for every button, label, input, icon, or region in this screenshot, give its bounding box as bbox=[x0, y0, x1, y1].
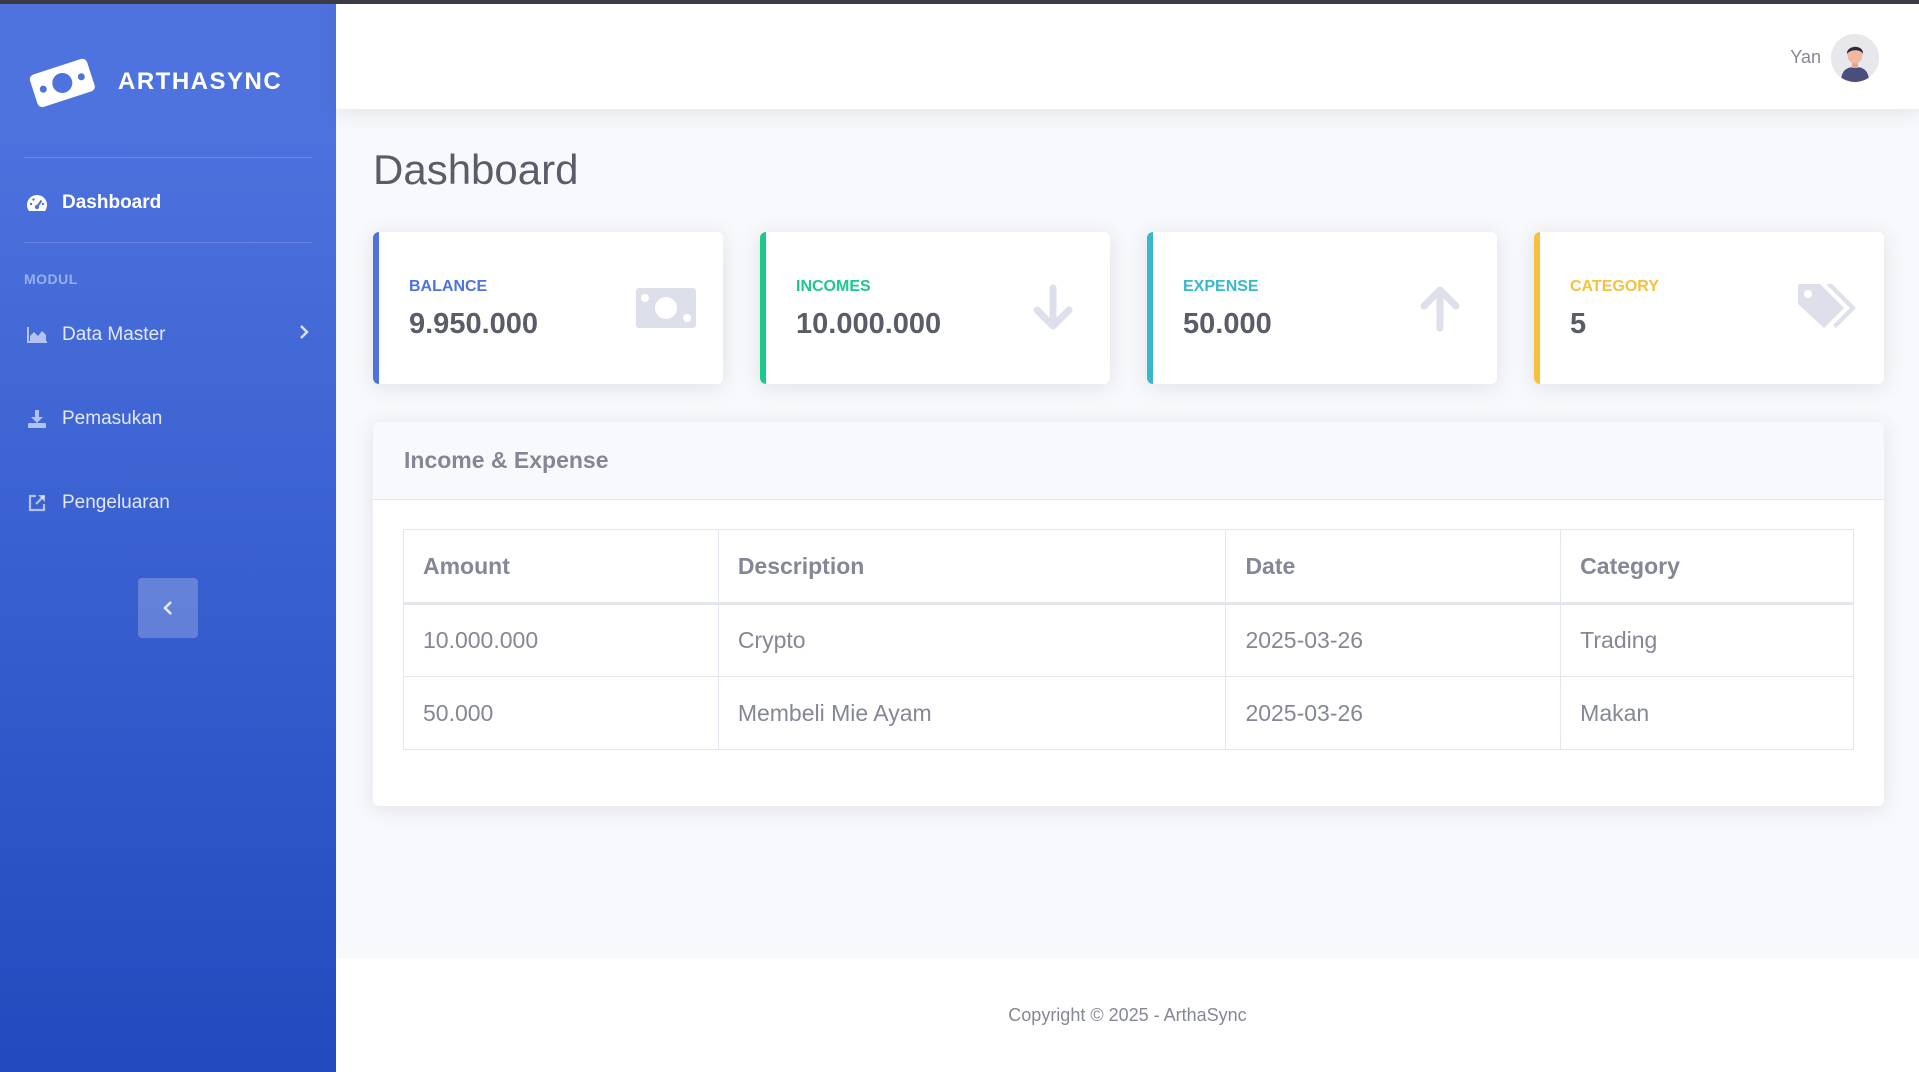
topbar: Yan bbox=[336, 4, 1919, 109]
card-value: 5 bbox=[1570, 308, 1587, 340]
table-row: 50.000 Membeli Mie Ayam 2025-03-26 Makan bbox=[403, 676, 1854, 750]
sidebar-item-dashboard[interactable]: Dashboard bbox=[24, 183, 314, 223]
column-header-date[interactable]: Date bbox=[1225, 529, 1562, 605]
chart-area-icon bbox=[24, 322, 50, 348]
incomes-card: INCOMES 10.000.000 bbox=[760, 232, 1110, 384]
card-value: 10.000.000 bbox=[796, 308, 942, 340]
money-bill-icon bbox=[29, 58, 95, 108]
sidebar: ARTHASYNC Dashboard MODUL Data Master Pe… bbox=[0, 0, 336, 1072]
sidebar-item-pemasukan[interactable]: Pemasukan bbox=[24, 399, 314, 439]
sidebar-toggle-button[interactable] bbox=[138, 578, 198, 638]
cell-description: Crypto bbox=[717, 603, 1227, 677]
sidebar-divider bbox=[24, 157, 312, 158]
download-icon bbox=[24, 406, 50, 432]
income-expense-panel: Income & Expense Amount Description Date… bbox=[373, 422, 1884, 806]
cell-amount: 10.000.000 bbox=[403, 603, 719, 677]
column-header-category[interactable]: Category bbox=[1560, 529, 1854, 605]
arrow-down-icon bbox=[1022, 280, 1084, 336]
cell-date: 2025-03-26 bbox=[1225, 676, 1562, 750]
sidebar-item-label: Pemasukan bbox=[62, 408, 163, 429]
sidebar-item-label: Data Master bbox=[62, 324, 166, 345]
page-title: Dashboard bbox=[373, 146, 579, 193]
sidebar-divider bbox=[24, 242, 312, 243]
chevron-left-icon bbox=[163, 601, 172, 615]
card-label: CATEGORY bbox=[1570, 278, 1659, 295]
chevron-right-icon bbox=[298, 323, 310, 347]
sidebar-item-data-master[interactable]: Data Master bbox=[24, 315, 314, 355]
tags-icon bbox=[1796, 280, 1858, 336]
table-header-row: Amount Description Date Category bbox=[403, 529, 1854, 605]
sidebar-item-pengeluaran[interactable]: Pengeluaran bbox=[24, 483, 314, 523]
copyright-text: Copyright © 2025 - ArthaSync bbox=[1008, 1004, 1247, 1025]
brand-name: ARTHASYNC bbox=[118, 68, 283, 95]
expense-card: EXPENSE 50.000 bbox=[1147, 232, 1497, 384]
footer: Copyright © 2025 - ArthaSync bbox=[336, 958, 1919, 1072]
column-header-amount[interactable]: Amount bbox=[403, 529, 719, 605]
tachometer-icon bbox=[24, 190, 50, 216]
cell-description: Membeli Mie Ayam bbox=[717, 676, 1227, 750]
panel-title: Income & Expense bbox=[404, 447, 609, 473]
column-header-description[interactable]: Description bbox=[717, 529, 1227, 605]
brand-link[interactable]: ARTHASYNC bbox=[28, 52, 308, 112]
window-top-strip bbox=[0, 0, 1919, 4]
sidebar-item-label: Dashboard bbox=[62, 192, 162, 213]
card-label: INCOMES bbox=[796, 278, 871, 295]
cell-category: Makan bbox=[1560, 676, 1854, 750]
external-link-icon bbox=[24, 490, 50, 516]
table-row: 10.000.000 Crypto 2025-03-26 Trading bbox=[403, 603, 1854, 677]
arrow-up-icon bbox=[1409, 280, 1471, 336]
cell-date: 2025-03-26 bbox=[1225, 603, 1562, 677]
balance-card: BALANCE 9.950.000 bbox=[373, 232, 723, 384]
card-label: EXPENSE bbox=[1183, 278, 1259, 295]
cell-amount: 50.000 bbox=[403, 676, 719, 750]
panel-header: Income & Expense bbox=[373, 422, 1884, 500]
money-bill-icon bbox=[635, 280, 697, 336]
sidebar-heading: MODUL bbox=[24, 271, 78, 287]
user-name[interactable]: Yan bbox=[1790, 47, 1821, 68]
transactions-table: Amount Description Date Category 10.000.… bbox=[403, 529, 1854, 750]
avatar[interactable] bbox=[1831, 34, 1879, 82]
card-value: 9.950.000 bbox=[409, 308, 539, 340]
card-label: BALANCE bbox=[409, 278, 488, 295]
cell-category: Trading bbox=[1560, 603, 1854, 677]
category-card: CATEGORY 5 bbox=[1534, 232, 1884, 384]
card-value: 50.000 bbox=[1183, 308, 1272, 340]
sidebar-item-label: Pengeluaran bbox=[62, 492, 170, 513]
